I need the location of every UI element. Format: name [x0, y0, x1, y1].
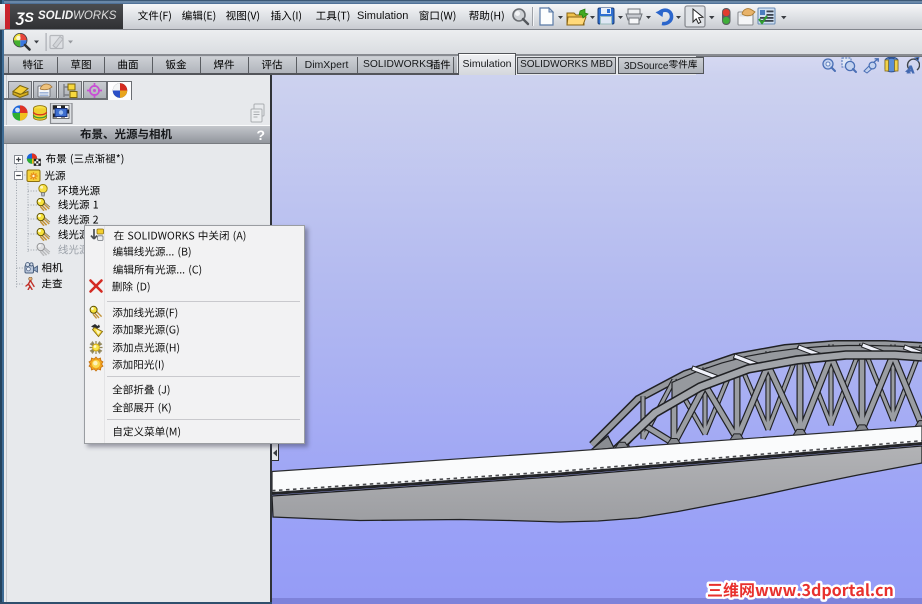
svg-text:A: A [907, 65, 914, 74]
